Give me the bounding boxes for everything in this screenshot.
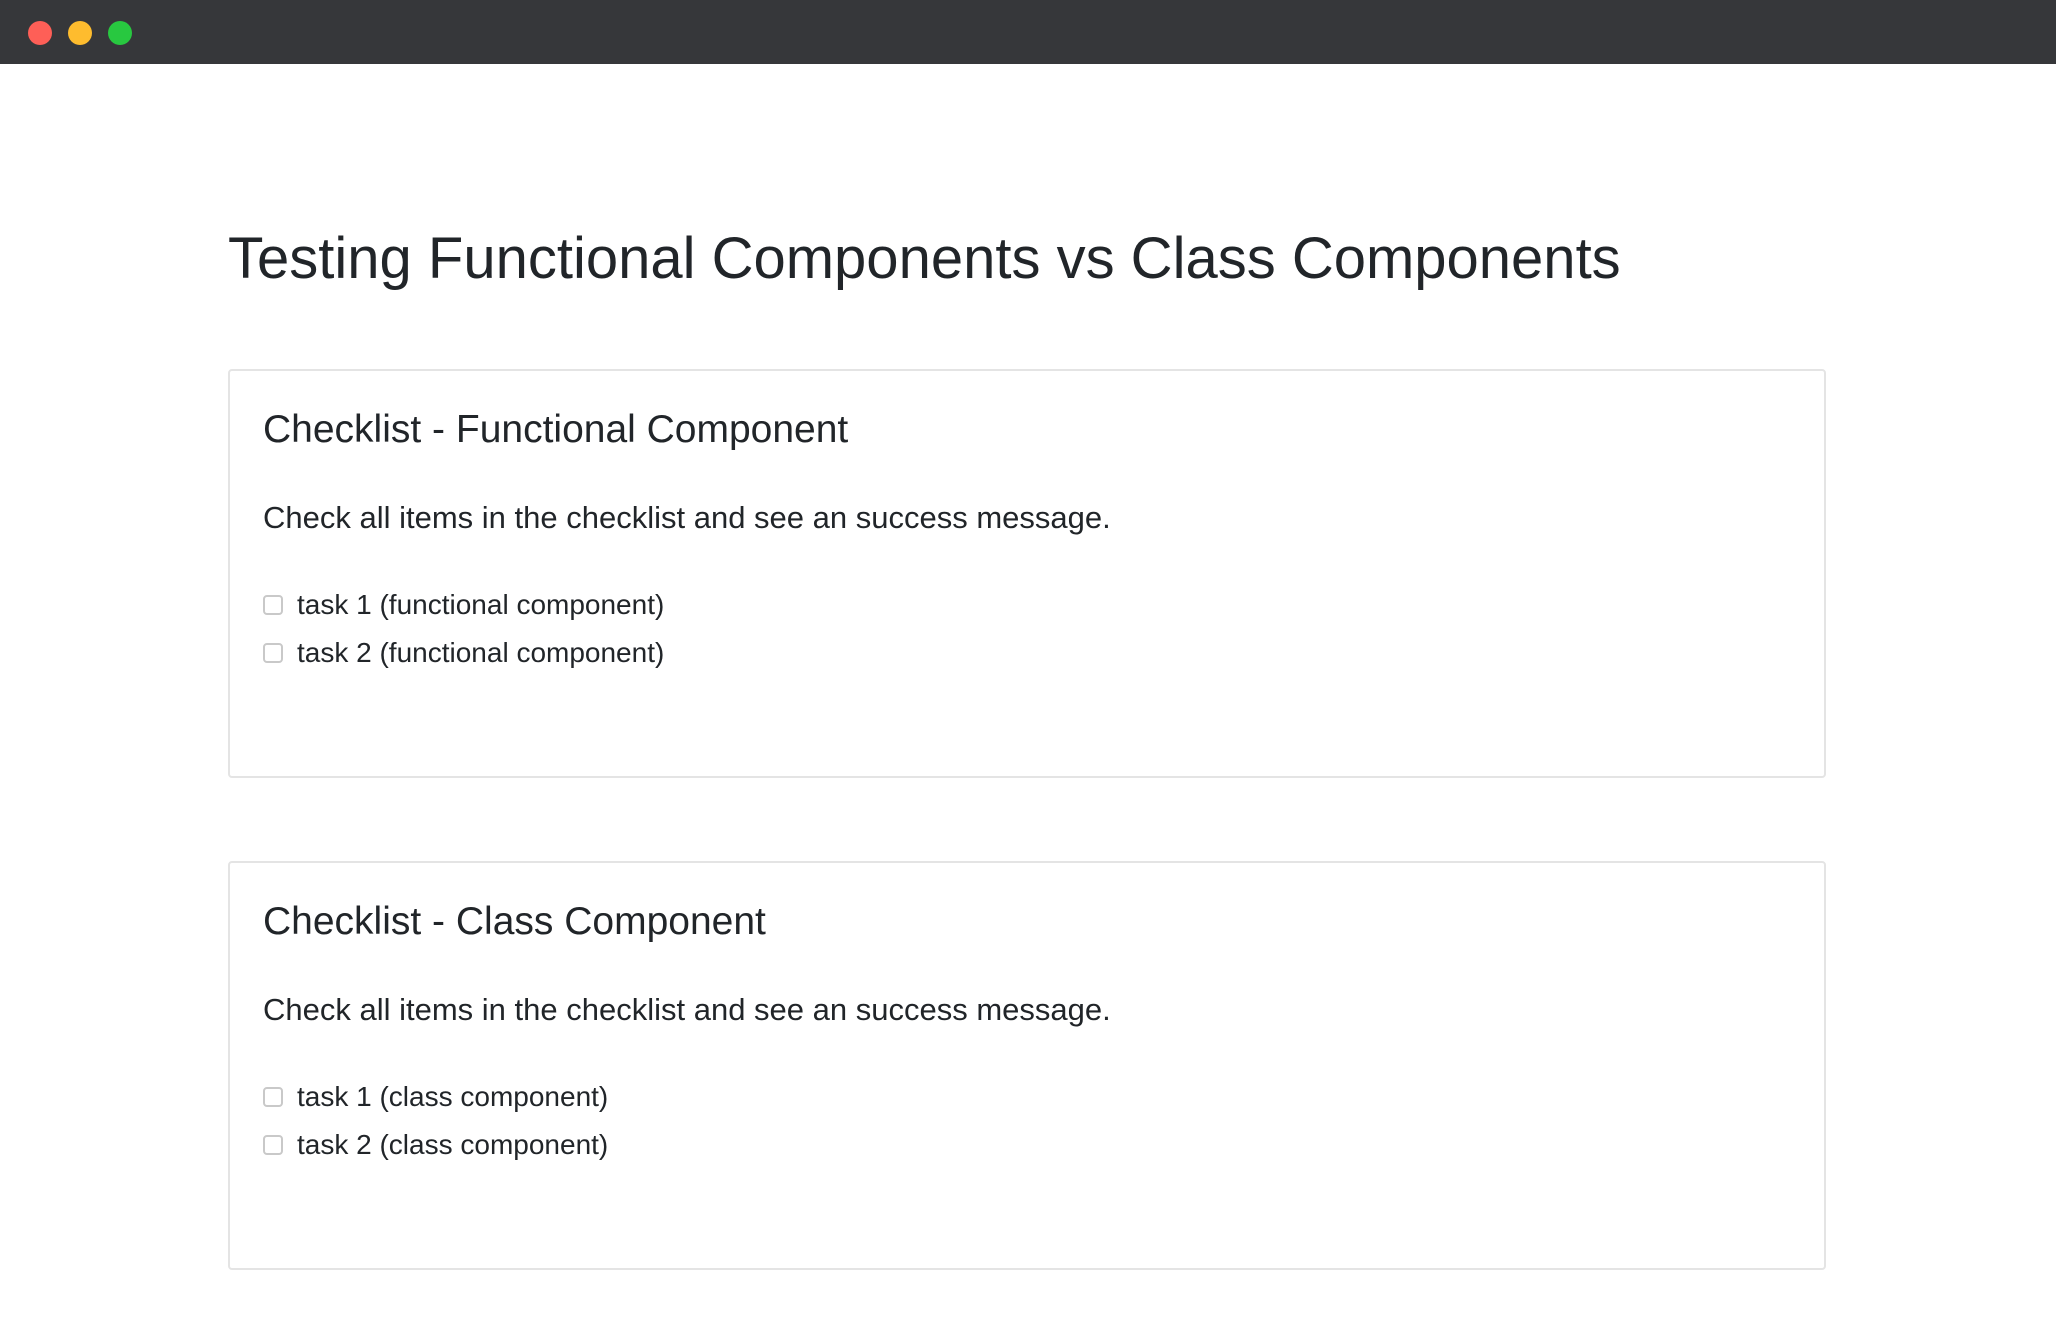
browser-window: Testing Functional Components vs Class C… bbox=[0, 0, 2056, 1334]
task-2-checkbox[interactable] bbox=[263, 643, 283, 663]
checklist-title: Checklist - Class Component bbox=[263, 900, 766, 943]
maximize-window-button[interactable] bbox=[108, 21, 132, 45]
page-title: Testing Functional Components vs Class C… bbox=[228, 226, 1621, 291]
checklist-item[interactable]: task 1 (functional component) bbox=[263, 585, 664, 625]
minimize-window-button[interactable] bbox=[68, 21, 92, 45]
task-label: task 1 (class component) bbox=[297, 1081, 609, 1112]
task-label: task 2 (class component) bbox=[297, 1129, 609, 1160]
task-label: task 2 (functional component) bbox=[297, 637, 665, 668]
checklist-item[interactable]: task 2 (class component) bbox=[263, 1125, 608, 1165]
checklist-description: Check all items in the checklist and see… bbox=[263, 500, 1111, 535]
task-label: task 1 (functional component) bbox=[297, 589, 665, 620]
checklist-card-class: Checklist - Class Component Check all it… bbox=[228, 861, 1826, 1270]
checklist-card-functional: Checklist - Functional Component Check a… bbox=[228, 369, 1826, 778]
task-2-checkbox[interactable] bbox=[263, 1135, 283, 1155]
checklist-description: Check all items in the checklist and see… bbox=[263, 992, 1111, 1027]
window-titlebar bbox=[0, 0, 2056, 64]
checklist-item[interactable]: task 1 (class component) bbox=[263, 1077, 608, 1117]
task-1-checkbox[interactable] bbox=[263, 595, 283, 615]
task-1-checkbox[interactable] bbox=[263, 1087, 283, 1107]
checklist-title: Checklist - Functional Component bbox=[263, 408, 849, 451]
close-window-button[interactable] bbox=[28, 21, 52, 45]
checklist-item[interactable]: task 2 (functional component) bbox=[263, 633, 664, 673]
